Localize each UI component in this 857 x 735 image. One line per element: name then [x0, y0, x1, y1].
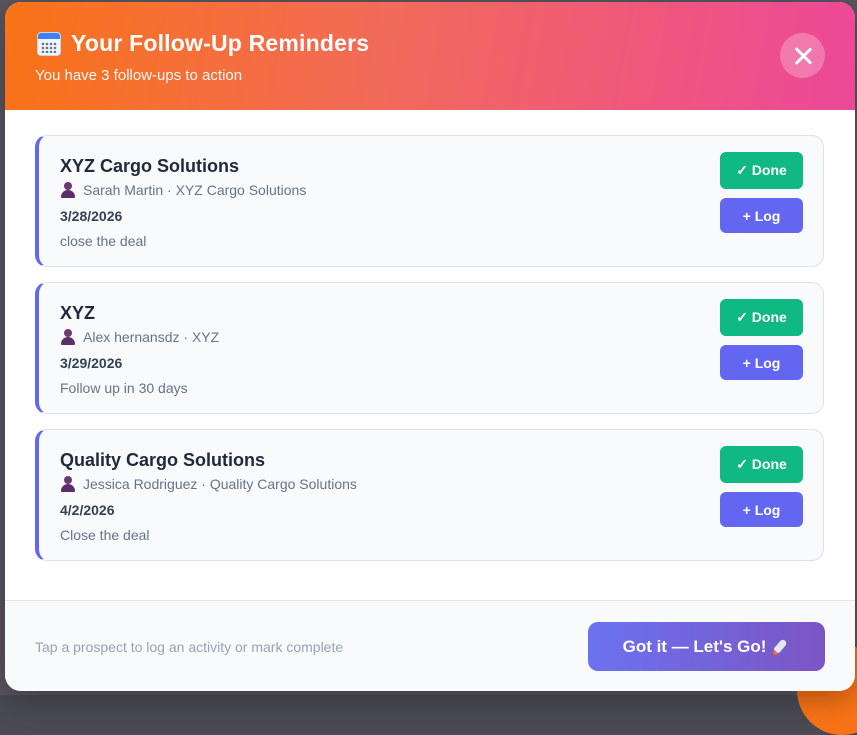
log-button[interactable]: + Log — [720, 198, 803, 233]
rocket-icon — [772, 637, 790, 656]
reminder-date: 3/29/2026 — [60, 355, 123, 371]
got-it-label: Got it — Let's Go! — [622, 636, 767, 656]
reminder-contact: Alex hernansdz · XYZ — [60, 329, 219, 345]
reminder-note: Close the deal — [60, 527, 150, 543]
reminder-card[interactable]: Quality Cargo Solutions Jessica Rodrigue… — [35, 429, 824, 561]
modal-title: Your Follow-Up Reminders — [71, 30, 370, 56]
reminder-contact-text: Alex hernansdz · XYZ — [83, 329, 220, 345]
done-button[interactable]: ✓ Done — [720, 299, 803, 336]
reminder-date: 3/28/2026 — [60, 208, 123, 224]
reminder-date: 4/2/2026 — [60, 502, 115, 518]
reminder-contact: Sarah Martin · XYZ Cargo Solutions — [60, 182, 306, 198]
modal-header: Your Follow-Up Reminders You have 3 foll… — [5, 2, 855, 110]
header-title-row: Your Follow-Up Reminders — [37, 30, 369, 57]
got-it-button[interactable]: Got it — Let's Go! — [588, 622, 825, 671]
reminder-card[interactable]: XYZ Alex hernansdz · XYZ 3/29/2026 Follo… — [35, 282, 824, 414]
close-button[interactable] — [780, 33, 825, 78]
follow-up-reminders-modal: Your Follow-Up Reminders You have 3 foll… — [5, 2, 855, 691]
close-icon — [793, 46, 813, 66]
person-icon — [60, 182, 76, 198]
done-button[interactable]: ✓ Done — [720, 446, 803, 483]
log-button[interactable]: + Log — [720, 345, 803, 380]
reminder-company: XYZ Cargo Solutions — [60, 156, 240, 176]
reminder-company: Quality Cargo Solutions — [60, 450, 266, 470]
modal-subtitle: You have 3 follow-ups to action — [35, 67, 243, 84]
person-icon — [60, 329, 76, 345]
reminder-contact-text: Jessica Rodriguez · Quality Cargo Soluti… — [83, 476, 357, 492]
footer-hint: Tap a prospect to log an activity or mar… — [35, 639, 344, 655]
reminder-note: close the deal — [60, 233, 147, 249]
reminder-note: Follow up in 30 days — [60, 380, 188, 396]
done-button[interactable]: ✓ Done — [720, 152, 803, 189]
reminder-list: XYZ Cargo Solutions Sarah Martin · XYZ C… — [5, 110, 855, 600]
reminder-contact: Jessica Rodriguez · Quality Cargo Soluti… — [60, 476, 357, 492]
modal-footer: Tap a prospect to log an activity or mar… — [5, 600, 855, 691]
person-icon — [60, 476, 76, 492]
reminder-company: XYZ — [60, 303, 96, 323]
calendar-icon — [37, 31, 61, 56]
reminder-card[interactable]: XYZ Cargo Solutions Sarah Martin · XYZ C… — [35, 135, 824, 267]
reminder-contact-text: Sarah Martin · XYZ Cargo Solutions — [83, 182, 307, 198]
log-button[interactable]: + Log — [720, 492, 803, 527]
